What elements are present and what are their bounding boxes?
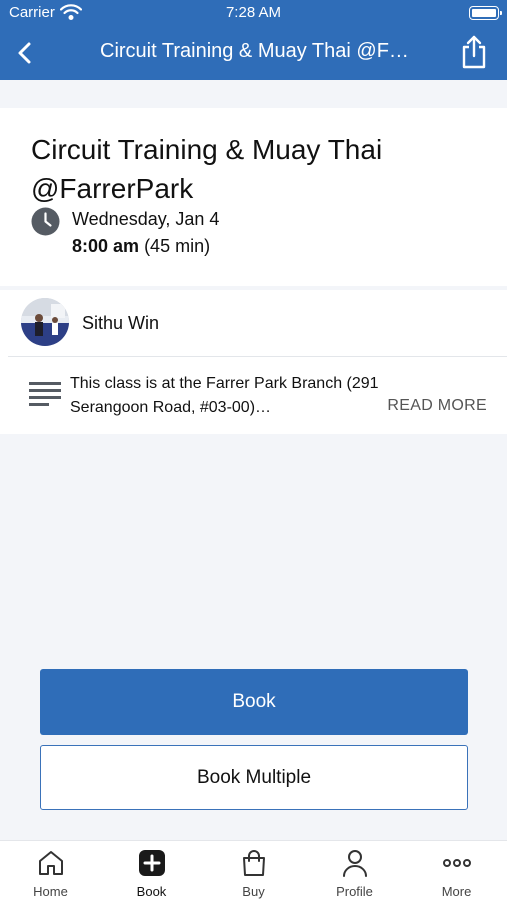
tab-buy-label: Buy: [242, 884, 265, 899]
class-duration: (45 min): [144, 236, 211, 256]
instructor-name[interactable]: Sithu Win: [82, 313, 159, 334]
tab-home[interactable]: Home: [0, 841, 101, 900]
person-icon: [343, 850, 367, 877]
page-title: Circuit Training & Muay Thai @FarrerPark: [100, 40, 420, 62]
battery-icon: [469, 6, 502, 20]
tab-profile[interactable]: Profile: [304, 841, 405, 900]
nav-bar: Circuit Training & Muay Thai @FarrerPark: [0, 26, 507, 80]
class-time: 8:00 am (45 min): [72, 236, 210, 257]
book-button[interactable]: Book: [40, 669, 468, 735]
tab-home-label: Home: [33, 884, 68, 899]
avatar[interactable]: [21, 298, 69, 346]
tab-bar: Home Book Buy Profile More: [0, 840, 507, 900]
tab-book[interactable]: Book: [101, 841, 202, 900]
clock-time: 7:28 AM: [225, 4, 282, 21]
book-multiple-button[interactable]: Book Multiple: [40, 745, 468, 810]
read-more-link[interactable]: READ MORE: [387, 397, 487, 415]
home-icon: [39, 851, 63, 875]
class-start-time: 8:00 am: [72, 236, 140, 256]
class-title: Circuit Training & Muay Thai @FarrerPark: [31, 134, 383, 204]
divider: [8, 356, 507, 357]
class-details-card: Sithu Win This class is at the Farrer Pa…: [0, 290, 507, 434]
description-lines-icon: [29, 382, 61, 406]
class-date: Wednesday, Jan 4: [72, 209, 220, 229]
plus-icon: [139, 850, 165, 876]
tab-book-label: Book: [136, 884, 167, 899]
tab-buy[interactable]: Buy: [203, 841, 304, 900]
bag-icon: [243, 850, 265, 876]
back-button[interactable]: [8, 36, 42, 70]
tab-more-label: More: [441, 884, 472, 899]
more-icon: [443, 859, 471, 867]
clock-icon: [31, 207, 60, 236]
tab-profile-label: Profile: [336, 884, 373, 899]
header-bar: Carrier 7:28 AM Circuit Training & Muay …: [0, 0, 507, 80]
class-info-card: Circuit Training & Muay Thai @FarrerPark…: [0, 108, 507, 286]
class-description: This class is at the Farrer Park Branch …: [70, 375, 379, 416]
share-button[interactable]: [457, 34, 491, 70]
status-bar: Carrier 7:28 AM: [0, 0, 507, 26]
tab-more[interactable]: More: [406, 841, 507, 900]
